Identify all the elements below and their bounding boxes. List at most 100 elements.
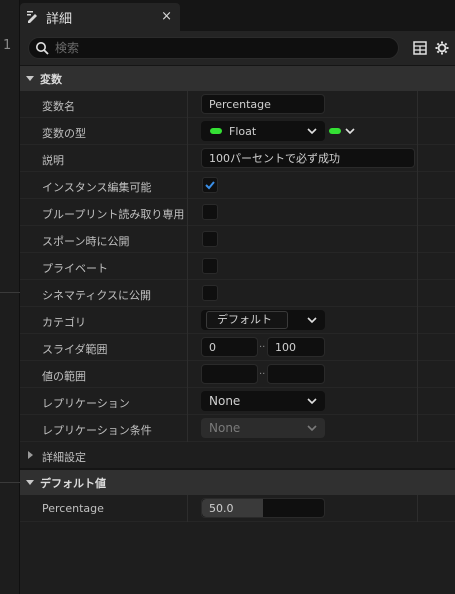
prop-label: スライダ範囲 <box>42 343 108 356</box>
prop-label: ブループリント読み取り専用 <box>42 208 185 221</box>
prop-percentage: Percentage 50.0 <box>20 495 455 522</box>
tab-bar: 詳細 × <box>20 0 455 31</box>
prop-value-range: 値の範囲 .. <box>20 361 455 388</box>
column-divider <box>187 388 188 415</box>
value-range-max-field[interactable] <box>267 364 325 384</box>
percentage-slider[interactable]: 50.0 <box>201 498 325 518</box>
var-type-dropdown[interactable]: Float <box>201 121 325 141</box>
instance-editable-checkbox[interactable] <box>202 177 218 193</box>
replication-condition-dropdown[interactable]: None <box>201 418 325 438</box>
column-divider <box>417 145 418 172</box>
replication-condition-value: None <box>209 421 241 435</box>
slider-range-max-field[interactable]: 100 <box>267 337 325 357</box>
prop-expose-on-spawn: スポーン時に公開 <box>20 226 455 253</box>
chevron-down-icon[interactable] <box>345 126 355 136</box>
left-strip-glyph: 1 <box>3 38 12 53</box>
column-divider <box>187 253 188 280</box>
range-separator: .. <box>259 339 266 350</box>
collapse-arrow-icon <box>26 75 34 81</box>
value-range-min-field[interactable] <box>201 364 258 384</box>
search-row <box>20 31 455 65</box>
prop-label: プライベート <box>42 262 108 275</box>
prop-replication: レプリケーション None <box>20 388 455 415</box>
column-divider <box>417 495 418 522</box>
prop-var-name: 変数名 Percentage <box>20 91 455 118</box>
column-divider <box>417 415 418 442</box>
prop-blueprint-readonly: ブループリント読み取り専用 <box>20 199 455 226</box>
chevron-down-icon <box>307 128 317 135</box>
column-divider <box>187 280 188 307</box>
section-variable[interactable]: 変数 <box>20 65 455 91</box>
column-divider <box>417 253 418 280</box>
column-divider <box>187 91 188 118</box>
category-combo[interactable]: デフォルト <box>201 310 325 330</box>
expose-to-cinematics-checkbox[interactable] <box>202 285 218 301</box>
range-separator: .. <box>259 366 266 377</box>
prop-slider-range: スライダ範囲 0 .. 100 <box>20 334 455 361</box>
prop-label: 説明 <box>42 154 64 167</box>
section-title: 変数 <box>40 72 62 86</box>
details-tab[interactable]: 詳細 × <box>20 3 180 31</box>
column-divider <box>187 145 188 172</box>
table-icon[interactable] <box>413 41 427 55</box>
section-title: 詳細設定 <box>42 451 86 464</box>
column-divider <box>417 172 418 199</box>
container-type-pin-icon[interactable] <box>329 128 341 134</box>
expose-on-spawn-checkbox[interactable] <box>202 231 218 247</box>
replication-value: None <box>209 394 241 408</box>
left-strip-divider <box>0 482 20 483</box>
prop-label: レプリケーション条件 <box>42 424 152 437</box>
chevron-down-icon <box>307 317 317 324</box>
column-divider <box>417 361 418 388</box>
column-divider <box>187 199 188 226</box>
private-checkbox[interactable] <box>202 258 218 274</box>
prop-label: カテゴリ <box>42 316 86 329</box>
column-divider <box>187 495 188 522</box>
edit-icon <box>27 11 37 23</box>
section-default-value[interactable]: デフォルト値 <box>20 469 455 495</box>
details-panel: 詳細 × 変数 <box>20 0 455 594</box>
settings-gear-icon[interactable] <box>435 41 449 55</box>
column-divider <box>187 307 188 334</box>
prop-expose-to-cinematics: シネマティクスに公開 <box>20 280 455 307</box>
var-name-field[interactable]: Percentage <box>201 94 325 114</box>
section-title: デフォルト値 <box>40 476 106 490</box>
description-field[interactable]: 100パーセントで必ず成功 <box>201 148 415 168</box>
column-divider <box>417 334 418 361</box>
column-divider <box>187 334 188 361</box>
column-divider <box>187 172 188 199</box>
prop-label: スポーン時に公開 <box>42 235 130 248</box>
column-divider <box>187 226 188 253</box>
replication-dropdown[interactable]: None <box>201 391 325 411</box>
prop-category: カテゴリ デフォルト <box>20 307 455 334</box>
prop-label: 変数名 <box>42 100 75 113</box>
column-divider <box>417 91 418 118</box>
search-box[interactable] <box>28 37 399 59</box>
prop-instance-editable: インスタンス編集可能 <box>20 172 455 199</box>
column-divider <box>417 388 418 415</box>
column-divider <box>187 361 188 388</box>
column-divider <box>417 307 418 334</box>
var-type-value: Float <box>229 124 257 138</box>
slider-range-min-field[interactable]: 0 <box>201 337 258 357</box>
close-tab-icon[interactable]: × <box>161 9 172 24</box>
chevron-down-icon <box>307 425 317 432</box>
category-value[interactable]: デフォルト <box>206 311 288 329</box>
prop-description: 説明 100パーセントで必ず成功 <box>20 145 455 172</box>
column-divider <box>417 118 418 145</box>
collapse-arrow-icon <box>26 479 34 485</box>
prop-replication-condition: レプリケーション条件 None <box>20 415 455 442</box>
prop-private: プライベート <box>20 253 455 280</box>
tab-title: 詳細 <box>46 11 73 27</box>
left-strip-divider <box>0 292 20 293</box>
column-divider <box>417 199 418 226</box>
search-input[interactable] <box>55 41 355 55</box>
chevron-down-icon <box>307 398 317 405</box>
left-viewport-strip: 1 <box>0 0 20 594</box>
prop-label: Percentage <box>42 502 104 515</box>
section-advanced[interactable]: 詳細設定 <box>20 442 455 469</box>
search-icon <box>36 42 49 55</box>
column-divider <box>417 280 418 307</box>
blueprint-readonly-checkbox[interactable] <box>202 204 218 220</box>
prop-label: 変数の型 <box>42 127 86 140</box>
